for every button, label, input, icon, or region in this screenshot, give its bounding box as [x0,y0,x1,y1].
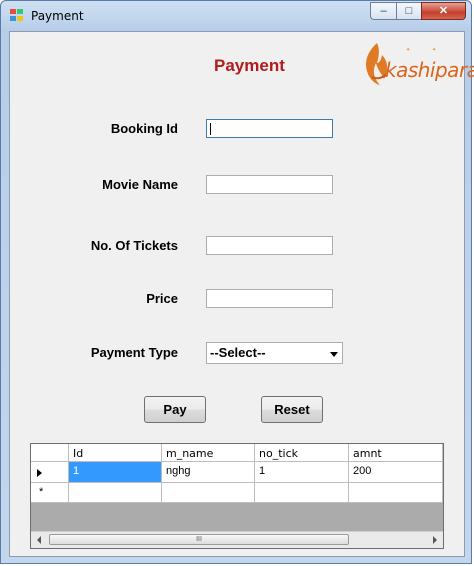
close-button[interactable]: ✕ [421,2,466,20]
payment-window: Payment – □ ✕ Payment ✦ ✦ kashipara Book… [0,0,474,564]
column-header-amnt[interactable]: amnt [349,444,443,462]
column-header-m-name[interactable]: m_name [162,444,255,462]
maximize-button[interactable]: □ [396,2,422,20]
reset-button[interactable]: Reset [261,396,323,423]
page-title: Payment [214,56,285,75]
form-body: Payment ✦ ✦ kashipara Booking Id Movie N… [9,31,474,557]
scroll-thumb[interactable]: III [49,534,349,545]
bookings-grid[interactable]: Id m_name no_tick amnt 1 nghg 1 200 * II… [30,443,444,549]
row-header[interactable] [31,462,69,483]
kashipara-logo: ✦ ✦ kashipara [362,41,474,89]
app-icon [10,9,24,22]
tickets-input[interactable] [206,236,333,255]
payment-type-select[interactable]: --Select-- [206,342,343,364]
text-caret [210,123,211,135]
grid-cell-id[interactable]: 1 [69,462,162,483]
new-row-cell[interactable] [255,483,349,503]
horizontal-scrollbar[interactable]: III [31,531,443,548]
scroll-right-icon[interactable] [433,536,437,544]
payment-type-value: --Select-- [210,345,266,360]
grid-cell-m-name[interactable]: nghg [162,462,255,483]
booking-id-label: Booking Id [110,121,178,136]
new-row-icon: * [39,486,44,498]
grid-cell-amnt[interactable]: 200 [349,462,443,483]
movie-name-label: Movie Name [102,177,178,192]
new-row-header[interactable]: * [31,483,69,503]
price-input[interactable] [206,289,333,308]
column-header-no-tick[interactable]: no_tick [255,444,349,462]
current-row-icon [37,469,42,477]
pay-button[interactable]: Pay [144,396,206,423]
tickets-label: No. Of Tickets [90,238,178,253]
price-label: Price [146,291,178,306]
window-title: Payment [31,9,84,23]
column-header-id[interactable]: Id [69,444,162,462]
new-row-cell[interactable] [162,483,255,503]
logo-text: kashipara [385,58,474,82]
payment-type-label: Payment Type [90,345,178,360]
new-row-cell[interactable] [69,483,162,503]
minimize-button[interactable]: – [370,2,397,20]
scroll-left-icon[interactable] [37,536,41,544]
movie-name-input[interactable] [206,175,333,194]
chevron-down-icon[interactable] [330,352,338,357]
grid-corner-header[interactable] [31,444,69,462]
booking-id-input[interactable] [206,119,333,138]
new-row-cell[interactable] [349,483,443,503]
grid-cell-no-tick[interactable]: 1 [255,462,349,483]
title-bar[interactable]: Payment – □ ✕ [1,1,471,31]
